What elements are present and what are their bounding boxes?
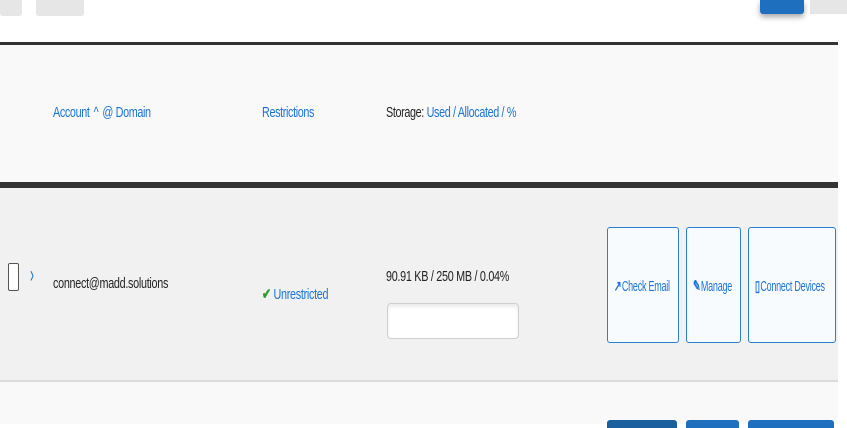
connect-devices-button-partial[interactable]: [748, 420, 834, 428]
toolbar-button-partial[interactable]: [0, 0, 22, 16]
domain-sort-link[interactable]: @ Domain: [102, 104, 150, 121]
manage-label: Manage: [701, 278, 732, 295]
restrictions-sort-link[interactable]: Restrictions: [262, 104, 314, 121]
manage-button[interactable]: ✎Manage: [686, 227, 741, 343]
storage-usage-text: 90.91 KB / 250 MB / 0.04%: [386, 268, 509, 285]
account-sort-link[interactable]: Account: [53, 104, 90, 121]
account-column-header[interactable]: Account ^ @ Domain: [53, 104, 151, 121]
storage-percent-sort-link[interactable]: %: [507, 104, 516, 121]
table-row-partial: [0, 382, 838, 424]
top-toolbar: [0, 0, 847, 42]
restriction-status: ✔ Unrestricted: [262, 285, 328, 303]
toolbar-button-partial[interactable]: [36, 0, 84, 16]
external-link-icon: ↗: [614, 278, 621, 295]
sort-ascending-icon: ^: [94, 104, 99, 121]
storage-separator: /: [450, 104, 457, 121]
row-select-checkbox[interactable]: [8, 263, 19, 291]
check-email-label: Check Email: [622, 278, 670, 295]
restrictions-column-header[interactable]: Restrictions: [262, 104, 314, 121]
connect-devices-label: Connect Devices: [760, 278, 824, 295]
storage-used-sort-link[interactable]: Used: [427, 104, 451, 121]
chevron-right-icon[interactable]: ›: [30, 261, 34, 289]
manage-button-partial[interactable]: [686, 420, 739, 428]
connect-devices-button[interactable]: ▯Connect Devices: [748, 227, 836, 343]
restriction-link[interactable]: Unrestricted: [273, 286, 328, 303]
account-email: connect@madd.solutions: [53, 275, 168, 292]
storage-allocated-sort-link[interactable]: Allocated: [458, 104, 499, 121]
storage-progress-bar: [387, 303, 519, 339]
device-icon: ▯: [755, 278, 760, 295]
storage-separator: /: [499, 104, 507, 121]
primary-toolbar-button-partial[interactable]: [760, 0, 804, 14]
toolbar-button-partial[interactable]: [810, 0, 847, 14]
check-icon: ✔: [262, 286, 271, 303]
storage-column-header: Storage: Used / Allocated / %: [386, 104, 516, 121]
check-email-button[interactable]: ↗Check Email: [607, 227, 679, 343]
pencil-icon: ✎: [693, 278, 700, 295]
storage-label: Storage:: [386, 104, 424, 121]
check-email-button-partial[interactable]: [607, 420, 677, 428]
